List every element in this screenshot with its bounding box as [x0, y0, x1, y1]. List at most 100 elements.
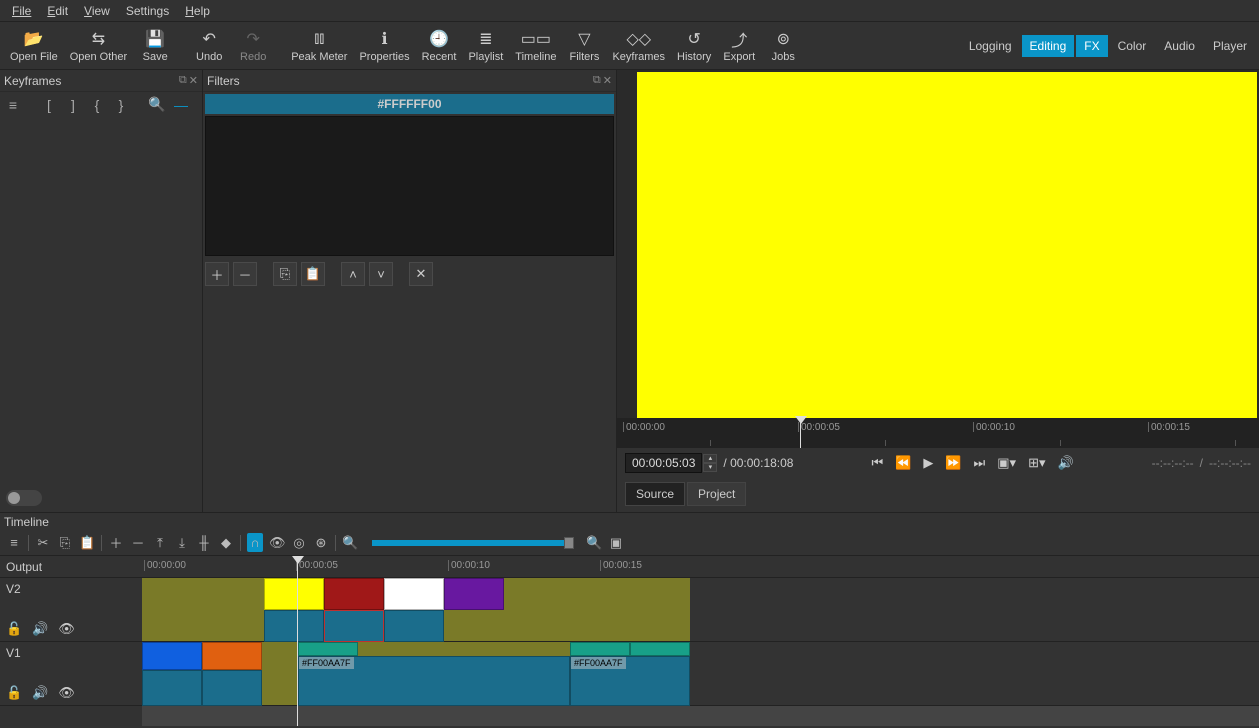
player-playhead[interactable]	[800, 418, 801, 448]
clip[interactable]	[570, 642, 630, 656]
zoom-fit-icon[interactable]: ▣	[608, 535, 624, 551]
minus-icon[interactable]: —	[172, 97, 190, 113]
cut-icon[interactable]: ✂	[35, 535, 51, 551]
clip[interactable]	[264, 610, 324, 642]
current-timecode[interactable]: 00:00:05:03	[625, 453, 702, 473]
layout-color[interactable]: Color	[1110, 35, 1155, 57]
zoom-out-icon[interactable]: 🔍	[342, 535, 358, 551]
move-down-button[interactable]: ˅	[369, 262, 393, 286]
timeline-button[interactable]: ▭▭Timeline	[509, 27, 562, 65]
remove-filter-button[interactable]: －	[233, 262, 257, 286]
clip[interactable]	[142, 670, 202, 706]
track-header-v2[interactable]: V2 🔓 🔊 👁	[0, 578, 142, 642]
play-button[interactable]: ▶	[923, 455, 933, 471]
undo-button[interactable]: ↶Undo	[187, 27, 231, 65]
hide-icon[interactable]: 👁	[58, 685, 75, 701]
playlist-button[interactable]: ≣Playlist	[462, 27, 509, 65]
clip[interactable]: #FF00AA7F	[570, 656, 690, 706]
layout-logging[interactable]: Logging	[961, 35, 1020, 57]
mute-icon[interactable]: 🔊	[32, 621, 48, 637]
open-file-button[interactable]: 📂Open File	[4, 27, 64, 65]
split-icon[interactable]: ╫	[196, 535, 212, 550]
track-v2[interactable]	[142, 578, 1259, 642]
deselect-filter-button[interactable]: ✕	[409, 262, 433, 286]
timeline-ruler[interactable]: 00:00:00 00:00:05 00:00:10 00:00:15	[142, 556, 1259, 578]
clip[interactable]: #FF00AA7F	[298, 656, 570, 706]
rewind-button[interactable]: ⏪	[895, 455, 911, 471]
clip[interactable]	[384, 610, 444, 642]
overwrite-icon[interactable]: ⤓	[174, 535, 190, 551]
append-icon[interactable]: ＋	[108, 533, 124, 552]
clip[interactable]	[384, 578, 444, 610]
remove-icon[interactable]: －	[130, 533, 146, 552]
skip-end-button[interactable]: ⏭	[974, 455, 986, 471]
layout-player[interactable]: Player	[1205, 35, 1255, 57]
move-up-button[interactable]: ˄	[341, 262, 365, 286]
zoom-menu-button[interactable]: ▣▾	[997, 455, 1016, 471]
hide-icon[interactable]: 👁	[58, 621, 75, 637]
keyframes-button[interactable]: ◇◇Keyframes	[606, 27, 671, 65]
clip[interactable]	[324, 610, 384, 642]
clip[interactable]	[324, 578, 384, 610]
scrub-audio-icon[interactable]: 👁	[269, 535, 285, 551]
track-header-v1[interactable]: V1 🔓 🔊 👁	[0, 642, 142, 706]
ripple-icon[interactable]: ◎	[291, 535, 307, 551]
menu-icon[interactable]: ≡	[6, 535, 22, 550]
lift-icon[interactable]: ⤒	[152, 535, 168, 551]
lock-icon[interactable]: 🔓	[6, 621, 22, 637]
zoom-slider[interactable]	[372, 540, 572, 546]
panel-float-icon[interactable]: ⧉	[593, 74, 601, 87]
keyframes-toggle[interactable]	[6, 490, 42, 506]
panel-float-icon[interactable]: ⧉	[179, 74, 187, 87]
save-button[interactable]: 💾Save	[133, 27, 177, 65]
menu-icon[interactable]: ≡	[4, 97, 22, 113]
clip[interactable]	[202, 670, 262, 706]
timeline-playhead[interactable]	[297, 556, 298, 726]
fast-forward-button[interactable]: ⏩	[945, 455, 961, 471]
menu-help[interactable]: Help	[177, 2, 218, 20]
paste-icon[interactable]: 📋	[79, 535, 95, 551]
layout-fx[interactable]: FX	[1076, 35, 1107, 57]
add-filter-button[interactable]: ＋	[205, 262, 229, 286]
properties-button[interactable]: ℹProperties	[353, 27, 415, 65]
panel-close-icon[interactable]: ✕	[189, 74, 198, 87]
jobs-button[interactable]: ⊚Jobs	[761, 27, 805, 65]
bracket-close-icon[interactable]: ]	[64, 97, 82, 113]
menu-file[interactable]: File	[4, 2, 39, 20]
menu-view[interactable]: View	[76, 2, 118, 20]
clip[interactable]	[298, 642, 358, 656]
clip[interactable]	[202, 642, 262, 670]
menu-edit[interactable]: Edit	[39, 2, 76, 20]
selected-filter[interactable]: #FFFFFF00	[205, 94, 614, 114]
history-button[interactable]: ↺History	[671, 27, 717, 65]
recent-button[interactable]: 🕘Recent	[416, 27, 463, 65]
preview-canvas[interactable]	[637, 72, 1257, 418]
mute-icon[interactable]: 🔊	[32, 685, 48, 701]
layout-editing[interactable]: Editing	[1022, 35, 1075, 57]
lock-icon[interactable]: 🔓	[6, 685, 22, 701]
clip[interactable]	[264, 578, 324, 610]
export-button[interactable]: ⤴Export	[717, 27, 761, 65]
clip[interactable]	[142, 642, 202, 670]
menu-settings[interactable]: Settings	[118, 2, 177, 20]
tc-up-button[interactable]: ▴	[703, 454, 717, 463]
zoom-in-icon[interactable]: 🔍	[586, 535, 602, 551]
brace-open-icon[interactable]: {	[88, 97, 106, 113]
bracket-open-icon[interactable]: [	[40, 97, 58, 113]
copy-icon[interactable]: ⎘	[57, 535, 73, 551]
player-ruler[interactable]: 00:00:00 00:00:05 00:00:10 00:00:15	[617, 418, 1259, 448]
paste-filter-button[interactable]: 📋	[301, 262, 325, 286]
timeline-tracks[interactable]: 00:00:00 00:00:05 00:00:10 00:00:15 #FF0…	[142, 556, 1259, 726]
panel-close-icon[interactable]: ✕	[603, 74, 612, 87]
ripple-all-icon[interactable]: ⊛	[313, 535, 329, 551]
copy-filter-button[interactable]: ⎘	[273, 262, 297, 286]
clip[interactable]	[630, 642, 690, 656]
open-other-button[interactable]: ⇆Open Other	[64, 27, 133, 65]
grid-menu-button[interactable]: ⊞▾	[1028, 455, 1045, 471]
brace-close-icon[interactable]: }	[112, 97, 130, 113]
peak-meter-button[interactable]: ⫾⫾Peak Meter	[285, 27, 353, 65]
zoom-in-icon[interactable]: 🔍	[148, 96, 166, 113]
track-v1[interactable]: #FF00AA7F #FF00AA7F	[142, 642, 1259, 706]
tc-down-button[interactable]: ▾	[703, 463, 717, 472]
layout-audio[interactable]: Audio	[1156, 35, 1203, 57]
